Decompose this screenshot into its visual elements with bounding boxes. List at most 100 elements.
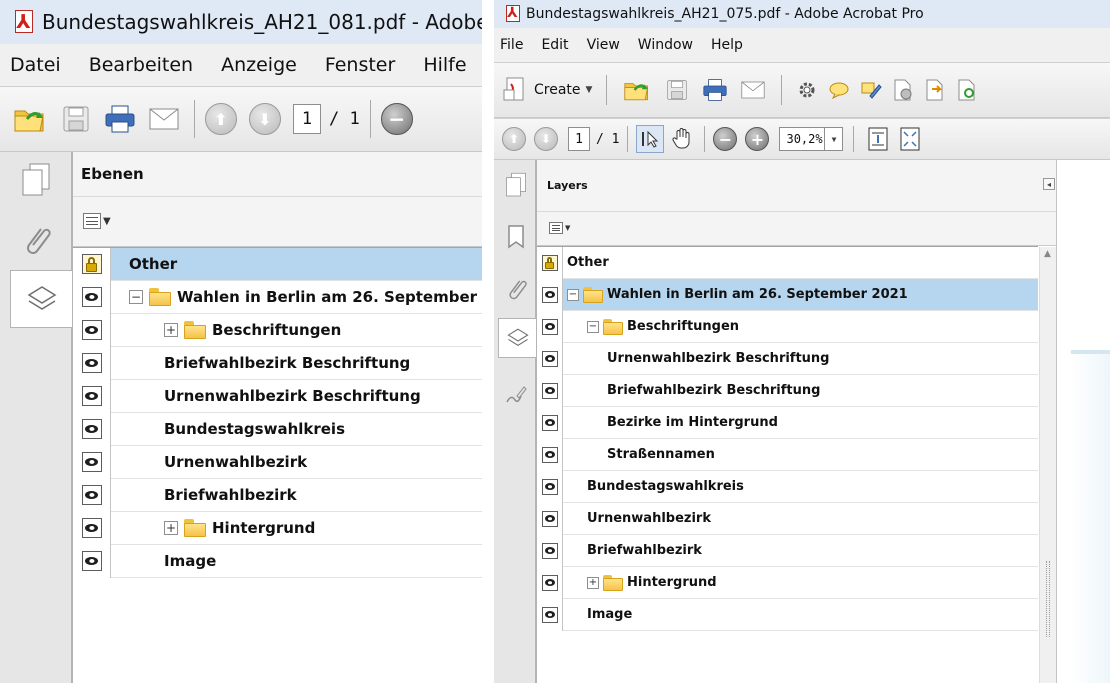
layer-row[interactable]: Urnenwahlbezirk Beschriftung [537,342,1038,375]
bookmarks-tab[interactable] [501,220,531,254]
menu-bearbeiten[interactable]: Bearbeiten [89,54,193,76]
zoom-level-input[interactable]: 30,2% ▼ [779,127,844,151]
layers-options-button[interactable]: ▼ [83,213,111,229]
visibility-toggle[interactable] [73,412,111,446]
visibility-toggle[interactable] [537,278,563,311]
layers-options-button[interactable]: ▼ [549,222,570,234]
zoom-dropdown-arrow-icon[interactable]: ▼ [824,128,842,150]
layer-row[interactable]: Urnenwahlbezirk [73,445,482,479]
settings-button[interactable] [794,75,820,105]
layer-row[interactable]: Bundestagswahlkreis [537,470,1038,503]
layer-row[interactable]: Bezirke im Hintergrund [537,406,1038,439]
visibility-toggle[interactable] [73,511,111,545]
print-button[interactable] [699,75,731,105]
menu-anzeige[interactable]: Anzeige [221,54,297,76]
print-button[interactable] [100,99,140,139]
menu-hilfe[interactable]: Hilfe [423,54,466,76]
scroll-up-arrow-icon[interactable]: ▲ [1044,249,1051,259]
attachments-tab[interactable] [501,272,531,306]
expand-toggle-icon[interactable]: + [164,521,178,535]
select-tool-button[interactable] [636,125,665,153]
document-view[interactable] [1056,160,1110,683]
collapse-panel-button[interactable]: ◂ [1043,178,1055,190]
visibility-toggle[interactable] [73,445,111,479]
visibility-toggle[interactable] [537,342,563,375]
layer-row[interactable]: Image [73,544,482,578]
attachments-tab[interactable] [14,218,58,262]
save-button[interactable] [56,99,96,139]
visibility-toggle[interactable] [73,247,111,281]
layer-row[interactable]: Briefwahlbezirk Beschriftung [537,374,1038,407]
collapse-toggle-icon[interactable]: − [129,290,143,304]
visibility-toggle[interactable] [537,246,563,279]
email-button[interactable] [737,75,769,105]
menu-window[interactable]: Window [638,37,693,53]
zoom-out-button[interactable]: − [713,127,738,151]
visibility-toggle[interactable] [73,346,111,380]
hand-tool-button[interactable] [668,125,696,153]
signatures-tab[interactable] [501,378,531,412]
visibility-toggle[interactable] [73,478,111,512]
visibility-toggle[interactable] [537,310,563,343]
visibility-toggle[interactable] [537,534,563,567]
menu-help[interactable]: Help [711,37,743,53]
page-number-input[interactable]: 1 [568,127,590,151]
visibility-toggle[interactable] [73,379,111,413]
layer-row[interactable]: + Hintergrund [73,511,482,545]
layer-row[interactable]: − Beschriftungen [537,310,1038,343]
next-page-button[interactable]: ⬇ [249,103,281,135]
menu-edit[interactable]: Edit [541,37,568,53]
expand-toggle-icon[interactable]: + [587,576,599,589]
collapse-toggle-icon[interactable]: − [567,288,579,301]
menu-fenster[interactable]: Fenster [325,54,395,76]
visibility-toggle[interactable] [73,544,111,578]
layer-row[interactable]: − Wahlen in Berlin am 26. September 20 [73,280,482,314]
next-page-button[interactable]: ⬇ [534,127,558,151]
visibility-toggle[interactable] [73,280,111,314]
comment-button[interactable] [826,75,852,105]
layer-row[interactable]: Briefwahlbezirk Beschriftung [73,346,482,380]
previous-page-button[interactable]: ⬆ [205,103,237,135]
scrollbar-grip[interactable] [1046,561,1050,637]
layer-row[interactable]: + Beschriftungen [73,313,482,347]
email-button[interactable] [144,99,184,139]
page-number-input[interactable]: 1 [293,104,321,134]
zoom-out-button[interactable]: − [380,103,413,135]
layer-row[interactable]: Urnenwahlbezirk [537,502,1038,535]
visibility-toggle[interactable] [537,374,563,407]
export-button[interactable] [922,75,948,105]
visibility-toggle[interactable] [537,598,563,631]
visibility-toggle[interactable] [537,502,563,535]
previous-page-button[interactable]: ⬆ [502,127,526,151]
menu-file[interactable]: File [500,37,523,53]
layers-scrollbar[interactable]: ▲ [1039,247,1057,683]
page-thumbnails-tab[interactable] [14,158,58,202]
visibility-toggle[interactable] [537,470,563,503]
layer-row[interactable]: Briefwahlbezirk [537,534,1038,567]
open-folder-button[interactable] [10,99,50,139]
layers-tab[interactable] [10,270,73,328]
layer-row[interactable]: + Hintergrund [537,566,1038,599]
sign-button[interactable] [858,75,884,105]
visibility-toggle[interactable] [537,406,563,439]
layer-row[interactable]: Other [537,246,1038,279]
collapse-toggle-icon[interactable]: − [587,320,599,333]
expand-toggle-icon[interactable]: + [164,323,178,337]
layer-row[interactable]: Straßennamen [537,438,1038,471]
zoom-in-button[interactable]: + [745,127,770,151]
visibility-toggle[interactable] [73,313,111,347]
save-button[interactable] [661,75,693,105]
menu-datei[interactable]: Datei [10,54,61,76]
layer-row[interactable]: Image [537,598,1038,631]
layer-row[interactable]: Briefwahlbezirk [73,478,482,512]
review-button[interactable] [954,75,980,105]
open-button[interactable] [621,75,653,105]
layer-row[interactable]: Other [73,247,482,281]
menu-view[interactable]: View [587,37,620,53]
fit-page-button[interactable] [864,125,892,153]
layer-row[interactable]: Bundestagswahlkreis [73,412,482,446]
layers-tab[interactable] [498,318,537,358]
secure-button[interactable] [890,75,916,105]
create-button[interactable]: Create ▼ [502,75,592,105]
full-screen-button[interactable] [896,125,924,153]
